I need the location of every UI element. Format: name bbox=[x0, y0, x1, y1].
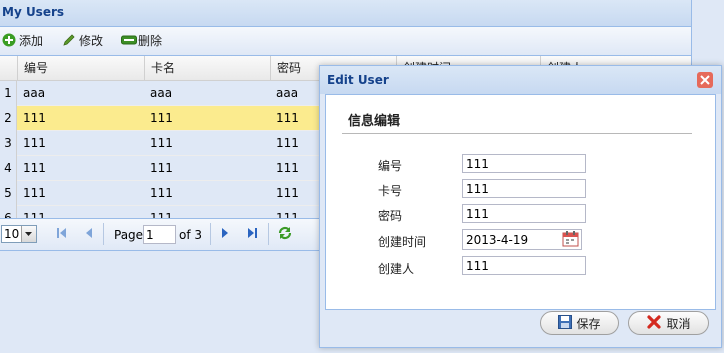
page-number-input[interactable] bbox=[143, 225, 176, 244]
prev-page-icon[interactable] bbox=[82, 226, 96, 243]
field-label-creator: 创建人 bbox=[378, 262, 415, 276]
cell-password: 111 bbox=[276, 136, 299, 150]
card-number-field[interactable] bbox=[462, 179, 586, 198]
first-page-icon[interactable] bbox=[55, 226, 69, 243]
field-label-card-number: 卡号 bbox=[378, 184, 403, 198]
cell-password: 111 bbox=[276, 161, 299, 175]
id-field[interactable] bbox=[462, 154, 586, 173]
pager-separator bbox=[210, 223, 211, 245]
row-number: 2 bbox=[0, 106, 17, 131]
close-icon[interactable] bbox=[697, 72, 713, 88]
page-label: Page bbox=[114, 228, 144, 242]
cell-id: aaa bbox=[23, 86, 46, 100]
cell-card-name: aaa bbox=[150, 86, 173, 100]
row-number: 3 bbox=[0, 131, 17, 156]
save-button[interactable]: 保存 bbox=[540, 311, 619, 335]
refresh-icon[interactable] bbox=[277, 225, 293, 244]
add-button-label: 添加 bbox=[19, 33, 44, 48]
page-total-label: of 3 bbox=[179, 228, 203, 242]
cell-password: 111 bbox=[276, 111, 299, 125]
cell-card-name: 111 bbox=[150, 186, 173, 200]
row-number: 5 bbox=[0, 181, 17, 206]
grid-header: My Users bbox=[0, 0, 691, 27]
section-title: 信息编辑 bbox=[348, 114, 401, 129]
calendar-icon[interactable] bbox=[562, 230, 580, 248]
cancel-button-label: 取消 bbox=[666, 316, 691, 331]
column-header-card-name[interactable]: 卡名 bbox=[144, 56, 270, 80]
next-page-icon[interactable] bbox=[218, 226, 232, 243]
delete-icon bbox=[121, 33, 137, 47]
password-field[interactable] bbox=[462, 204, 586, 223]
field-label-id: 编号 bbox=[378, 159, 403, 173]
field-label-password: 密码 bbox=[378, 209, 403, 223]
edit-button[interactable]: 修改 bbox=[62, 31, 103, 49]
cell-id: 111 bbox=[23, 186, 46, 200]
dialog-title: Edit User bbox=[327, 73, 389, 87]
cancel-button[interactable]: 取消 bbox=[628, 311, 709, 335]
cell-card-name: 111 bbox=[150, 136, 173, 150]
dialog-header[interactable]: Edit User bbox=[320, 66, 721, 94]
cell-id: 111 bbox=[23, 111, 46, 125]
edit-button-label: 修改 bbox=[79, 33, 104, 48]
delete-button[interactable]: 删除 bbox=[121, 31, 162, 49]
pencil-icon bbox=[62, 33, 76, 47]
section-divider bbox=[342, 133, 692, 134]
page-size-select[interactable]: 10 bbox=[1, 225, 37, 243]
cancel-icon bbox=[646, 314, 662, 333]
row-number: 1 bbox=[0, 81, 17, 106]
delete-button-label: 删除 bbox=[138, 33, 163, 48]
save-icon bbox=[558, 314, 573, 332]
creator-field[interactable] bbox=[462, 256, 586, 275]
row-number: 4 bbox=[0, 156, 17, 181]
dialog-body: 信息编辑 编号 卡号 密码 创建时间 创建人 bbox=[325, 94, 716, 310]
pager-separator bbox=[103, 223, 104, 245]
cell-password: 111 bbox=[276, 186, 299, 200]
add-button[interactable]: 添加 bbox=[2, 31, 43, 49]
cell-id: 111 bbox=[23, 136, 46, 150]
cell-password: aaa bbox=[276, 86, 299, 100]
cell-id: 111 bbox=[23, 161, 46, 175]
chevron-down-icon[interactable] bbox=[21, 226, 36, 242]
cell-card-name: 111 bbox=[150, 161, 173, 175]
save-button-label: 保存 bbox=[576, 316, 601, 331]
column-header-id[interactable]: 编号 bbox=[17, 56, 144, 80]
page-size-value: 10 bbox=[4, 227, 20, 241]
grid-toolbar: 添加 修改 删除 bbox=[0, 27, 691, 56]
last-page-icon[interactable] bbox=[245, 226, 259, 243]
field-label-created-time: 创建时间 bbox=[378, 235, 427, 249]
edit-user-dialog: Edit User 信息编辑 编号 卡号 密码 创建时间 创建人 保存 取消 bbox=[319, 65, 722, 348]
pager-separator bbox=[268, 223, 269, 245]
cell-card-name: 111 bbox=[150, 111, 173, 125]
grid-title: My Users bbox=[2, 5, 65, 19]
add-icon bbox=[2, 33, 16, 47]
